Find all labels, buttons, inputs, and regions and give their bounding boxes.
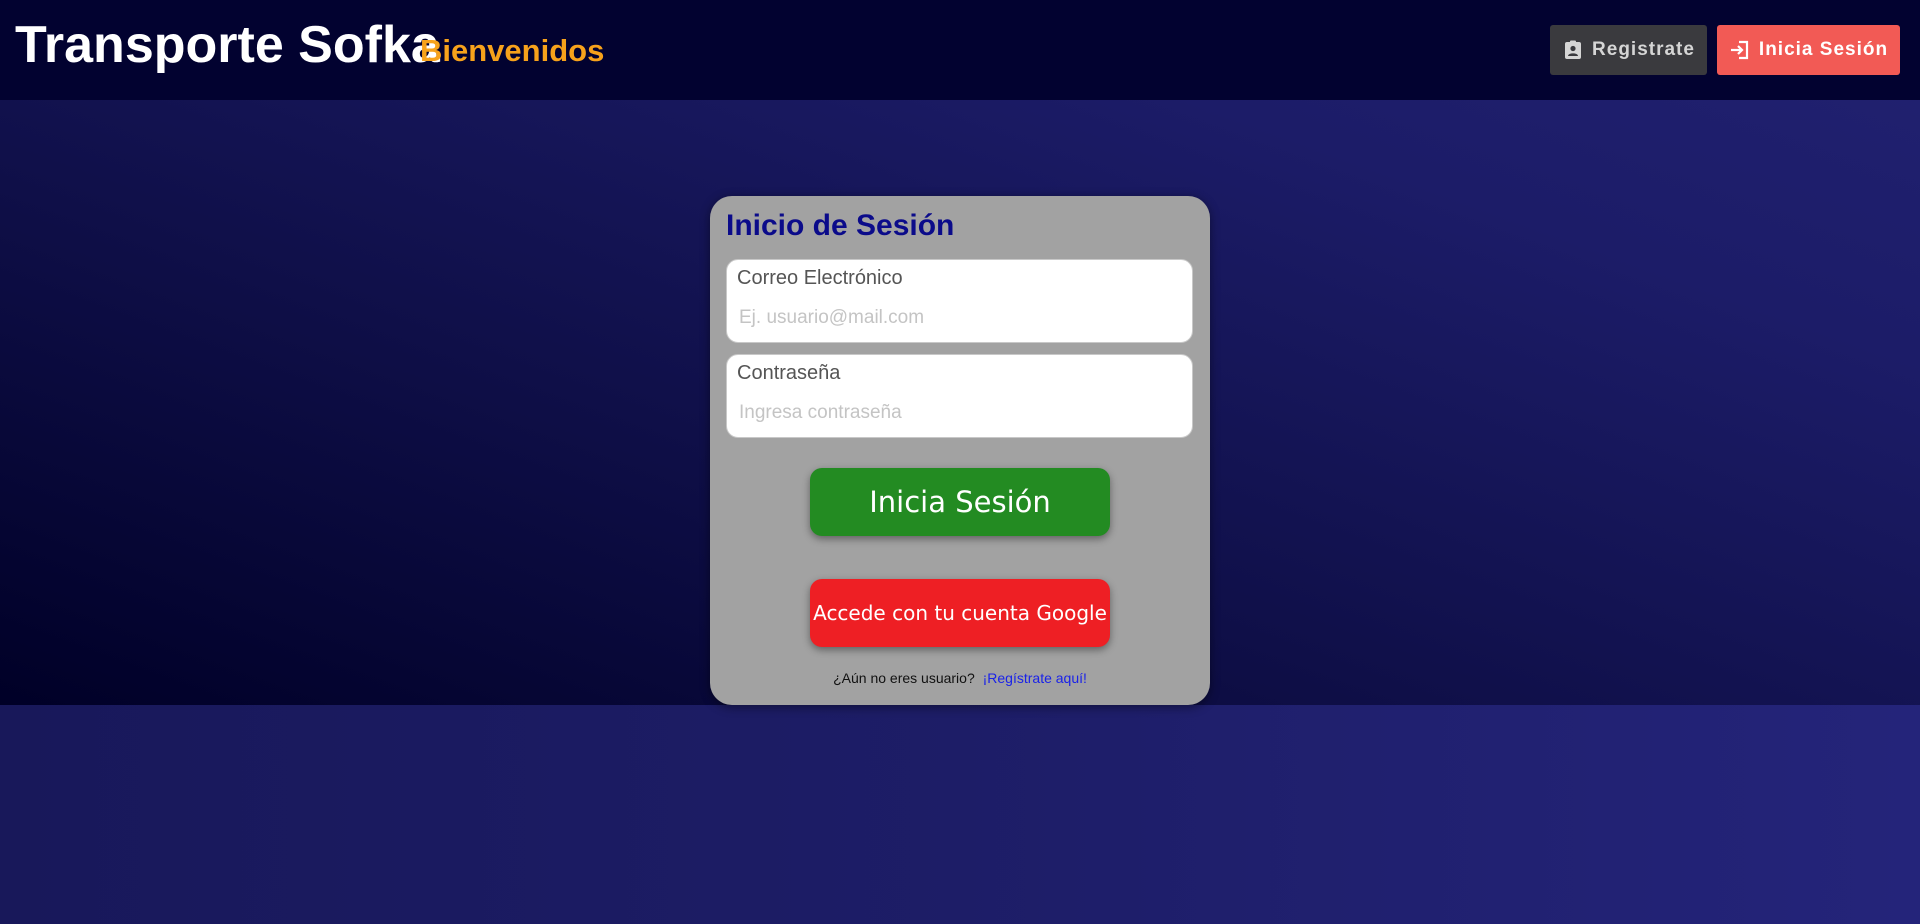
google-login-button[interactable]: Accede con tu cuenta Google bbox=[810, 579, 1110, 647]
login-card-title: Inicio de Sesión bbox=[726, 209, 955, 242]
login-nav-button[interactable]: Inicia Sesión bbox=[1717, 25, 1900, 75]
register-button-label: Registrate bbox=[1592, 39, 1695, 60]
welcome-text: Bienvenidos bbox=[420, 33, 605, 68]
register-button[interactable]: Registrate bbox=[1550, 25, 1707, 75]
password-label: Contraseña bbox=[737, 362, 841, 384]
lower-background bbox=[0, 705, 1920, 924]
login-nav-button-label: Inicia Sesión bbox=[1758, 39, 1889, 60]
login-card: Inicio de Sesión Correo Electrónico Cont… bbox=[710, 196, 1210, 705]
contact-badge-icon bbox=[1562, 39, 1584, 61]
app-brand[interactable]: Transporte Sofka bbox=[15, 14, 440, 76]
login-submit-button[interactable]: Inicia Sesión bbox=[810, 468, 1110, 536]
password-field: Contraseña bbox=[726, 354, 1193, 438]
login-arrow-icon bbox=[1729, 39, 1751, 61]
email-field: Correo Electrónico bbox=[726, 259, 1193, 343]
top-navbar: Transporte Sofka Bienvenidos Registrate … bbox=[0, 0, 1920, 100]
email-input[interactable] bbox=[739, 304, 1179, 332]
register-link[interactable]: ¡Regístrate aquí! bbox=[983, 670, 1087, 686]
register-prompt: ¿Aún no eres usuario? ¡Regístrate aquí! bbox=[710, 670, 1210, 686]
password-input[interactable] bbox=[739, 399, 1179, 427]
no-account-text: ¿Aún no eres usuario? bbox=[833, 670, 975, 686]
email-label: Correo Electrónico bbox=[737, 267, 903, 289]
